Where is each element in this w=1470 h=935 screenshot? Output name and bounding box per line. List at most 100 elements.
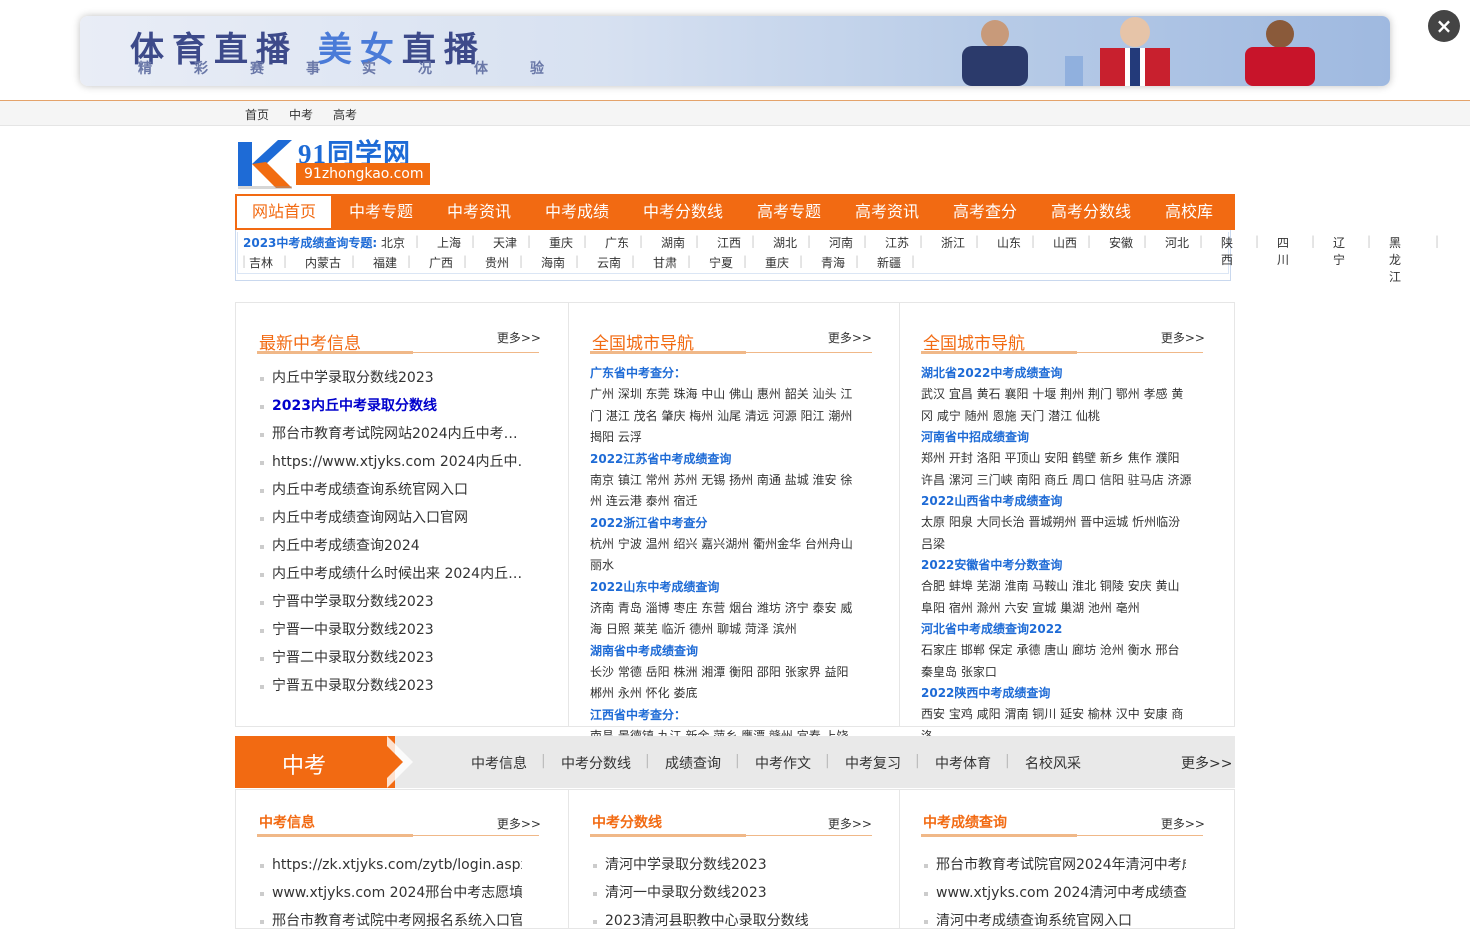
nav-zhongkao-score[interactable]: 中考成绩 <box>545 196 609 228</box>
zhongkao-category-link[interactable]: 成绩查询 <box>665 753 721 773</box>
zhongkao-category-link[interactable]: 中考复习 <box>845 753 901 773</box>
zhongkao-category-link[interactable]: 中考作文 <box>755 753 811 773</box>
city-group-heading[interactable]: 江西省中考查分： <box>590 705 862 726</box>
province-link[interactable]: 新疆 <box>877 254 901 271</box>
province-link[interactable]: 青海 <box>821 254 845 271</box>
province-link[interactable]: 天津 <box>493 234 517 251</box>
list-item[interactable]: 内丘中考成绩查询系统官网入口 <box>260 476 522 504</box>
province-link[interactable]: 甘肃 <box>653 254 677 271</box>
topnav-home-link[interactable]: 首页 <box>245 106 269 123</box>
city-group-heading[interactable]: 2022安徽省中考分数查询 <box>921 555 1193 576</box>
city-group-heading[interactable]: 2022山东中考成绩查询 <box>590 577 862 598</box>
list-item[interactable]: 内丘中考成绩查询网站入口官网 <box>260 504 522 532</box>
list-item[interactable]: 宁晋一中录取分数线2023 <box>260 616 522 644</box>
province-link[interactable]: 宁夏 <box>709 254 733 271</box>
topnav-zhongkao-link[interactable]: 中考 <box>289 106 313 123</box>
nav-college-db[interactable]: 高校库 <box>1165 196 1213 228</box>
city-group-heading[interactable]: 2022江苏省中考成绩查询 <box>590 449 862 470</box>
site-logo[interactable]: 91同学网 91zhongkao.com <box>236 134 431 192</box>
city-group-links[interactable]: 太原 阳泉 大同长治 晋城朔州 晋中运城 忻州临汾 吕梁 <box>921 512 1193 555</box>
more-link[interactable]: 更多>> <box>497 815 541 832</box>
city-group-heading[interactable]: 湖南省中考成绩查询 <box>590 641 862 662</box>
list-item[interactable]: 清河一中录取分数线2023 <box>593 879 855 907</box>
province-link[interactable]: 广西 <box>429 254 453 271</box>
list-item[interactable]: 清河中学录取分数线2023 <box>593 851 855 879</box>
city-group-links[interactable]: 长沙 常德 岳阳 株洲 湘潭 衡阳 邵阳 张家界 益阳 郴州 永州 怀化 娄底 <box>590 662 862 705</box>
nav-gaokao-cutoff[interactable]: 高考分数线 <box>1051 196 1131 228</box>
city-group-links[interactable]: 济南 青岛 淄博 枣庄 东营 烟台 潍坊 济宁 泰安 威海 日照 莱芜 临沂 德… <box>590 598 862 641</box>
province-link[interactable]: 上海 <box>437 234 461 251</box>
zhongkao-category-link[interactable]: 中考体育 <box>935 753 991 773</box>
zhongkao-category-link[interactable]: 名校风采 <box>1025 753 1081 773</box>
nav-zhongkao-cutoff[interactable]: 中考分数线 <box>643 196 723 228</box>
nav-zhongkao-topic[interactable]: 中考专题 <box>349 196 413 228</box>
zhongkao-category-link[interactable]: 中考信息 <box>471 753 527 773</box>
list-item[interactable]: 2023清河县职教中心录取分数线 <box>593 907 855 935</box>
province-link[interactable]: 海南 <box>541 254 565 271</box>
city-group-links[interactable]: 杭州 宁波 温州 绍兴 嘉兴湖州 衢州金华 台州舟山 丽水 <box>590 534 862 577</box>
province-link[interactable]: 内蒙古 <box>305 254 341 271</box>
list-item[interactable]: www.xtjyks.com 2024清河中考成绩查询网 <box>924 879 1186 907</box>
list-item[interactable]: 邢台市教育考试院网站2024内丘中考… <box>260 420 522 448</box>
province-link[interactable]: 河北 <box>1165 234 1189 251</box>
list-item[interactable]: 邢台市教育考试院中考网报名系统入口官 <box>260 907 522 935</box>
close-ad-button[interactable]: × <box>1428 10 1460 42</box>
more-link[interactable]: 更多>> <box>828 815 872 832</box>
province-link[interactable]: 黑龙江 <box>1389 234 1401 285</box>
province-link[interactable]: 重庆 <box>765 254 789 271</box>
city-group-heading[interactable]: 2022浙江省中考查分 <box>590 513 862 534</box>
city-group-links[interactable]: 广州 深圳 东莞 珠海 中山 佛山 惠州 韶关 汕头 江门 湛江 茂名 肇庆 梅… <box>590 384 862 449</box>
province-link[interactable]: 北京 <box>381 234 405 251</box>
more-link[interactable]: 更多>> <box>828 329 872 346</box>
list-item[interactable]: 宁晋二中录取分数线2023 <box>260 644 522 672</box>
list-item[interactable]: www.xtjyks.com 2024邢台中考志愿填报网 <box>260 879 522 907</box>
more-link[interactable]: 更多>> <box>497 329 541 346</box>
list-item[interactable]: 2023内丘中考录取分数线 <box>260 392 522 420</box>
list-item[interactable]: 邢台市教育考试院官网2024年清河中考成 <box>924 851 1186 879</box>
sports-live-banner[interactable]: 体育直播 美女直播 精彩赛事实况体验 <box>80 16 1390 86</box>
city-group-links[interactable]: 郑州 开封 洛阳 平顶山 安阳 鹤壁 新乡 焦作 濮阳 许昌 漯河 三门峡 南阳… <box>921 448 1193 491</box>
nav-home[interactable]: 网站首页 <box>237 196 332 228</box>
province-link[interactable]: 辽宁 <box>1333 234 1345 268</box>
nav-gaokao-score-query[interactable]: 高考查分 <box>953 196 1017 228</box>
topnav-gaokao-link[interactable]: 高考 <box>333 106 357 123</box>
province-link[interactable]: 湖南 <box>661 234 685 251</box>
city-group-heading[interactable]: 2022山西省中考成绩查询 <box>921 491 1193 512</box>
list-item[interactable]: 宁晋中学录取分数线2023 <box>260 588 522 616</box>
list-item[interactable]: 内丘中考成绩查询2024 <box>260 532 522 560</box>
province-link[interactable]: 安徽 <box>1109 234 1133 251</box>
province-link[interactable]: 山西 <box>1053 234 1077 251</box>
nav-zhongkao-news[interactable]: 中考资讯 <box>447 196 511 228</box>
province-link[interactable]: 陕西 <box>1221 234 1233 268</box>
city-group-links[interactable]: 南京 镇江 常州 苏州 无锡 扬州 南通 盐城 淮安 徐州 连云港 泰州 宿迁 <box>590 470 862 513</box>
city-group-heading[interactable]: 湖北省2022中考成绩查询 <box>921 363 1193 384</box>
province-link[interactable]: 江苏 <box>885 234 909 251</box>
city-group-links[interactable]: 石家庄 邯郸 保定 承德 唐山 廊坊 沧州 衡水 邢台 秦皇岛 张家口 <box>921 640 1193 683</box>
list-item[interactable]: https://www.xtjyks.com 2024内丘中… <box>260 448 522 476</box>
list-item[interactable]: https://zk.xtjyks.com/zytb/login.aspx 邢台 <box>260 851 522 879</box>
province-link[interactable]: 江西 <box>717 234 741 251</box>
province-link[interactable]: 广东 <box>605 234 629 251</box>
city-group-links[interactable]: 合肥 蚌埠 芜湖 淮南 马鞍山 淮北 铜陵 安庆 黄山 阜阳 宿州 滁州 六安 … <box>921 576 1193 619</box>
province-link[interactable]: 云南 <box>597 254 621 271</box>
list-item[interactable]: 内丘中学录取分数线2023 <box>260 364 522 392</box>
list-item[interactable]: 宁晋五中录取分数线2023 <box>260 672 522 700</box>
city-group-heading[interactable]: 广东省中考查分： <box>590 363 862 384</box>
province-link[interactable]: 重庆 <box>549 234 573 251</box>
city-group-heading[interactable]: 河北省中考成绩查询2022 <box>921 619 1193 640</box>
city-group-heading[interactable]: 2022陕西中考成绩查询 <box>921 683 1193 704</box>
province-link[interactable]: 河南 <box>829 234 853 251</box>
province-link[interactable]: 四川 <box>1277 234 1289 268</box>
city-group-heading[interactable]: 河南省中招成绩查询 <box>921 427 1193 448</box>
zhongkao-category-link[interactable]: 中考分数线 <box>561 753 631 773</box>
city-group-links[interactable]: 武汉 宜昌 黄石 襄阳 十堰 荆州 荆门 鄂州 孝感 黄冈 咸宁 随州 恩施 天… <box>921 384 1193 427</box>
list-item[interactable]: 清河中考成绩查询系统官网入口 <box>924 907 1186 935</box>
province-link[interactable]: 福建 <box>373 254 397 271</box>
zkbar-more-link[interactable]: 更多>> <box>1181 753 1232 773</box>
more-link[interactable]: 更多>> <box>1161 329 1205 346</box>
nav-gaokao-topic[interactable]: 高考专题 <box>757 196 821 228</box>
list-item[interactable]: 内丘中考成绩什么时候出来 2024内丘… <box>260 560 522 588</box>
nav-gaokao-news[interactable]: 高考资讯 <box>855 196 919 228</box>
more-link[interactable]: 更多>> <box>1161 815 1205 832</box>
province-link[interactable]: 贵州 <box>485 254 509 271</box>
